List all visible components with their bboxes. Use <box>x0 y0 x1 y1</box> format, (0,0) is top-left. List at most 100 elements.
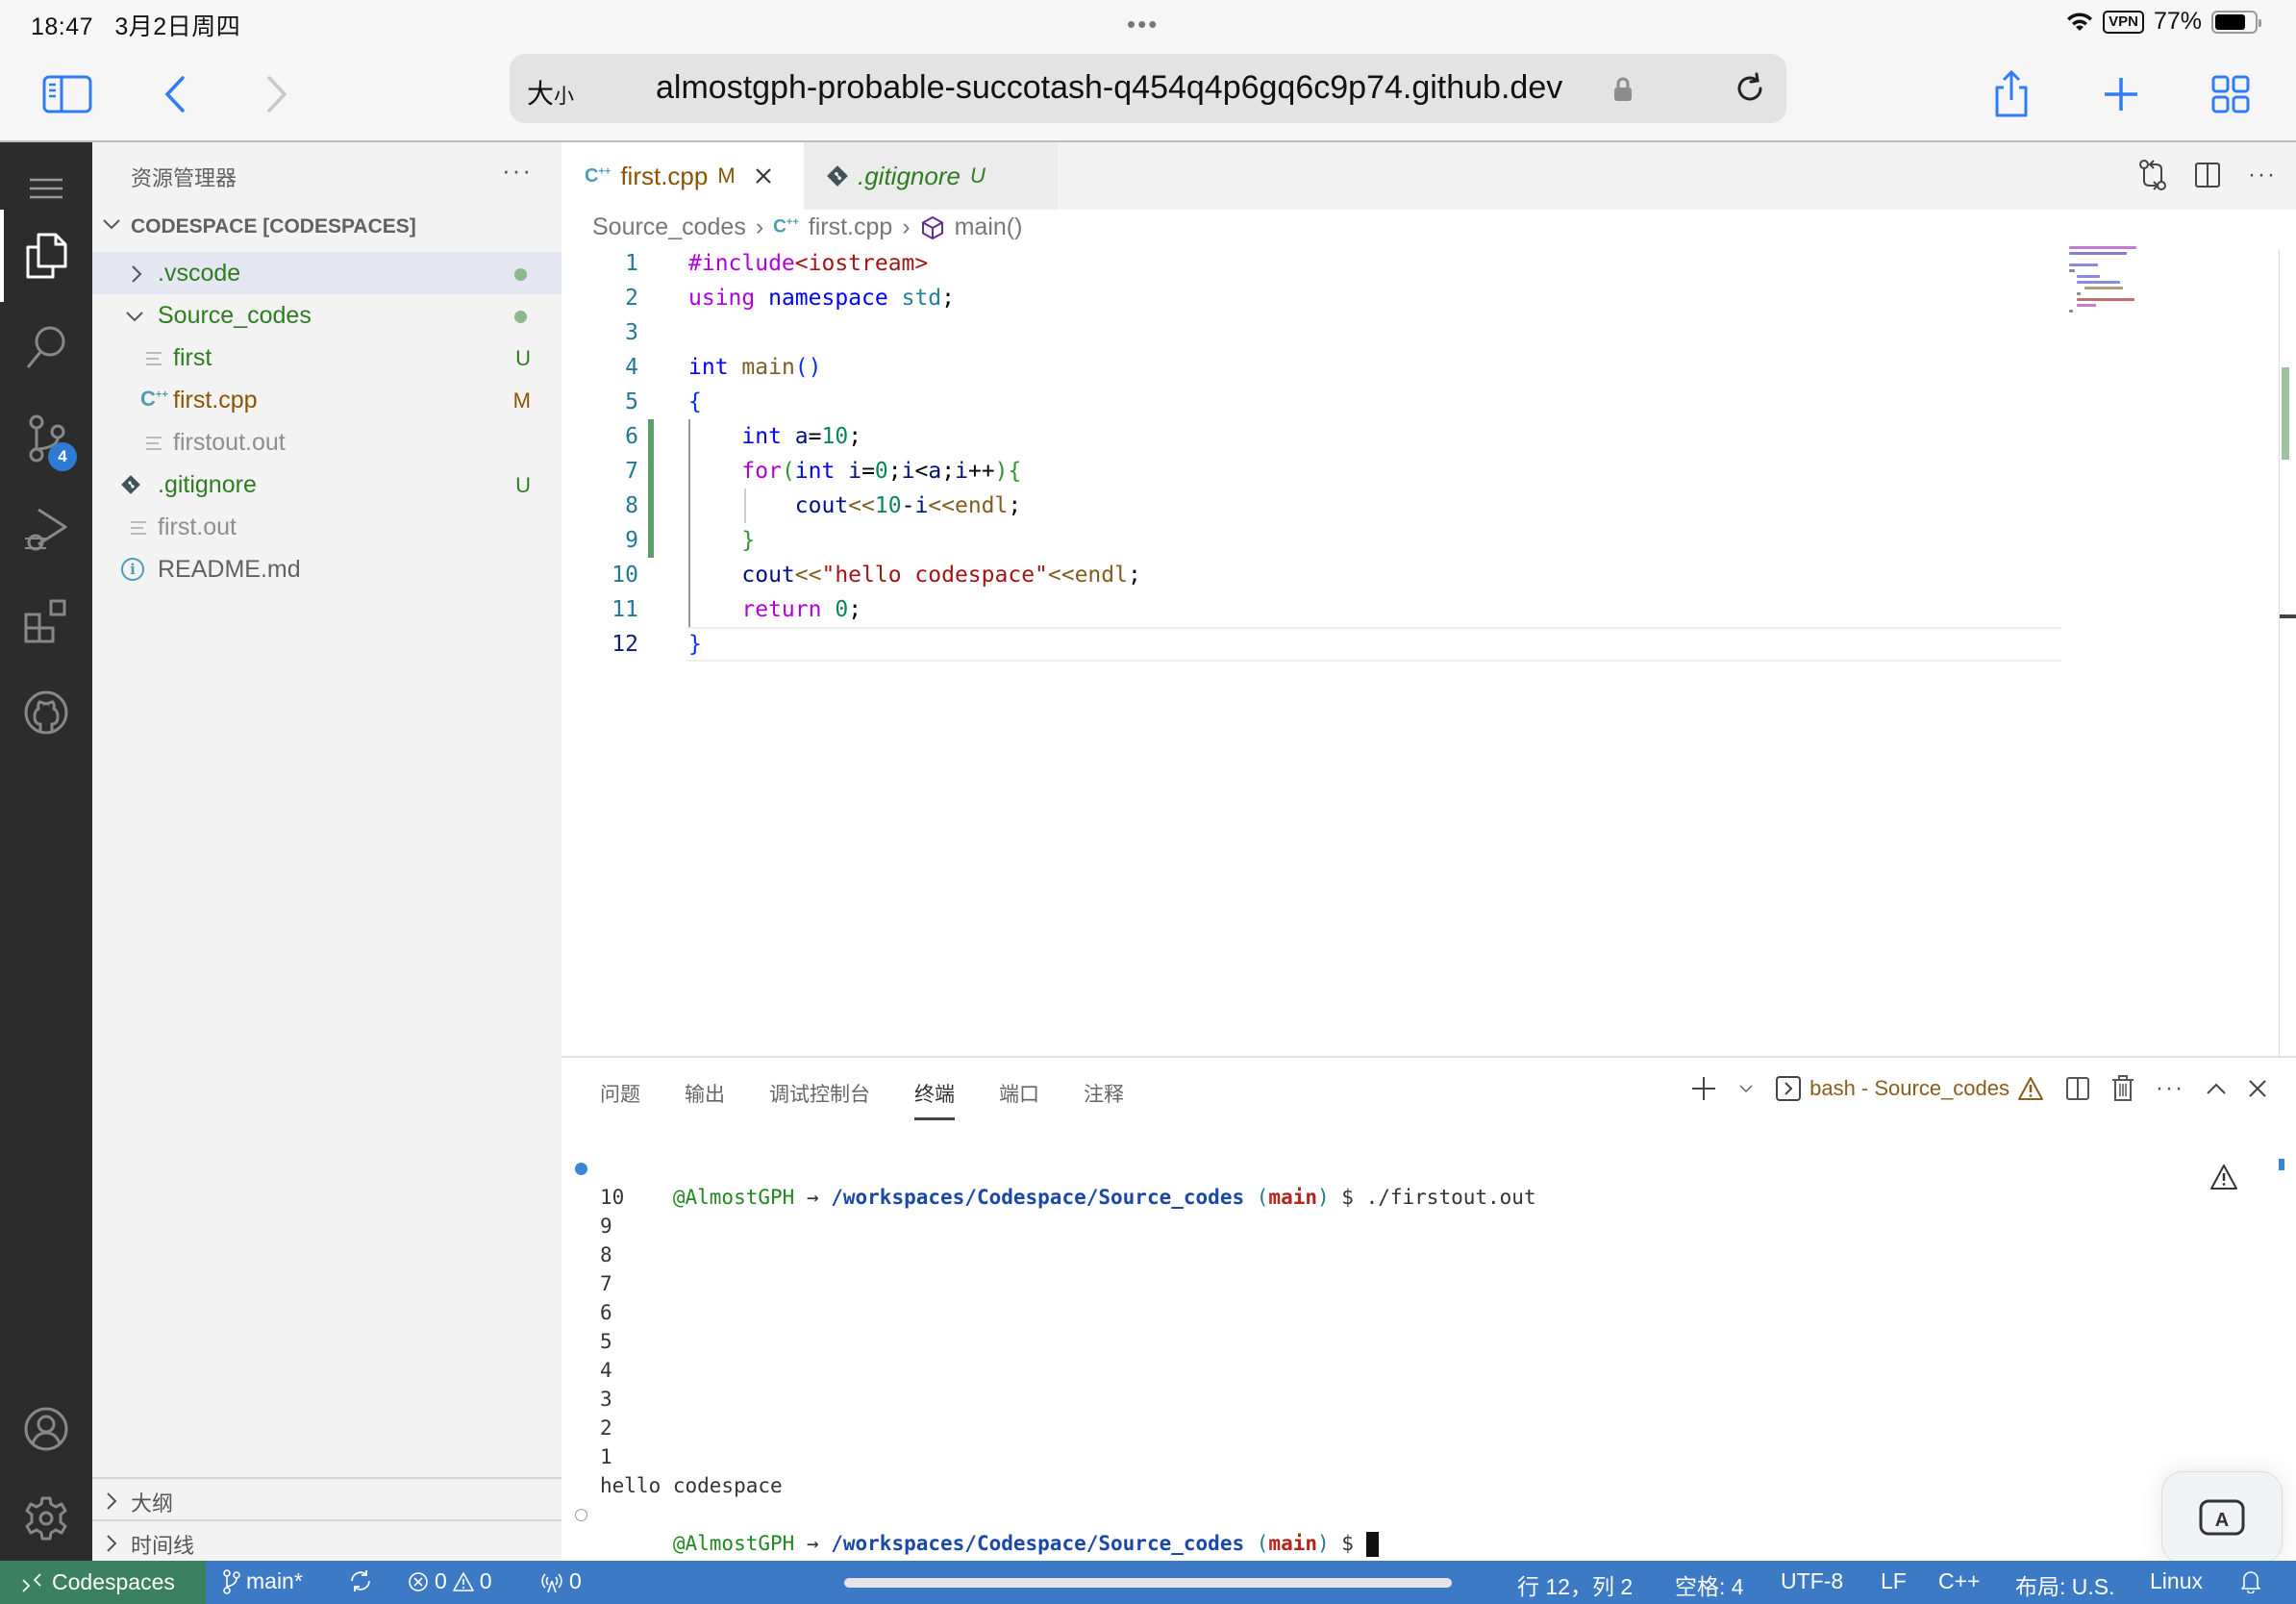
problems-indicator[interactable]: 0 0 <box>408 1568 492 1594</box>
forward-button[interactable] <box>248 65 306 123</box>
encoding[interactable]: UTF-8 <box>1781 1568 1843 1594</box>
tabs-overview-button[interactable] <box>2202 65 2259 123</box>
settings-button[interactable] <box>0 1472 92 1565</box>
language-mode[interactable]: C++ <box>1938 1568 1980 1594</box>
tree-item-source-codes[interactable]: Source_codes <box>92 294 562 337</box>
reload-icon[interactable] <box>1731 69 1769 108</box>
text-size-button[interactable]: 大小 <box>527 73 574 112</box>
multitasking-dots[interactable]: ••• <box>1127 10 1159 39</box>
warning-icon[interactable] <box>2209 1164 2238 1190</box>
line-number: 12 <box>611 632 638 657</box>
line-number: 10 <box>611 563 638 588</box>
command-pending-dot <box>575 1509 587 1521</box>
sidebar-toggle-button[interactable] <box>38 65 96 123</box>
new-tab-button[interactable] <box>2092 65 2150 123</box>
new-terminal-icon[interactable] <box>1690 1075 1717 1102</box>
keyboard-layout[interactable]: 布局: U.S. <box>2015 1568 2115 1601</box>
github-icon <box>24 690 68 735</box>
extensions-button[interactable] <box>0 575 92 667</box>
tree-item-vscode[interactable]: .vscode <box>92 252 562 294</box>
breadcrumb-file[interactable]: first.cpp <box>809 213 893 241</box>
ports-indicator[interactable]: 0 <box>540 1568 582 1594</box>
tab-debug-console[interactable]: 调试控制台 <box>769 1079 870 1120</box>
info-icon: i <box>121 558 144 581</box>
terminal-output-line: 9 <box>600 1215 612 1238</box>
tab-ports[interactable]: 端口 <box>999 1079 1039 1120</box>
remote-icon <box>22 1572 41 1592</box>
maximize-panel-icon[interactable] <box>2206 1082 2227 1095</box>
editor-scrollbar[interactable] <box>2279 250 2296 1056</box>
terminal-output-line: 10 <box>600 1186 625 1209</box>
home-indicator[interactable] <box>844 1578 1452 1588</box>
split-terminal-icon[interactable] <box>2065 1076 2090 1101</box>
breadcrumb-symbol[interactable]: main() <box>955 213 1023 241</box>
more-actions-icon[interactable]: ··· <box>2156 1075 2184 1102</box>
share-button[interactable] <box>1983 65 2040 123</box>
back-button[interactable] <box>146 65 204 123</box>
notifications-button[interactable] <box>2240 1568 2261 1593</box>
source-control-button[interactable]: 4 <box>0 392 92 485</box>
tree-item-first-out[interactable]: first.out <box>92 506 562 548</box>
remote-indicator[interactable]: Codespaces <box>0 1561 206 1604</box>
explorer-button[interactable] <box>0 210 92 302</box>
terminal-selector[interactable]: bash - Source_codes <box>1775 1075 2044 1102</box>
end-of-line[interactable]: LF <box>1881 1568 1907 1594</box>
vpn-badge: VPN <box>2103 10 2144 34</box>
tab-first-cpp[interactable]: C++ first.cpp M <box>562 142 804 210</box>
terminal-output[interactable]: @AlmostGPH → /workspaces/Codespace/Sourc… <box>569 1154 1536 1557</box>
terminal-name: bash - Source_codes <box>1809 1076 2010 1100</box>
tree-item-gitignore[interactable]: .gitignore U <box>92 464 562 506</box>
bottom-panel: 问题 输出 调试控制台 终端 端口 注释 bash - Source_codes… <box>562 1056 2296 1564</box>
os-indicator[interactable]: Linux <box>2150 1568 2203 1594</box>
more-actions-icon[interactable]: ··· <box>2248 162 2277 188</box>
github-button[interactable] <box>0 666 92 759</box>
keyboard-toggle-button[interactable]: A <box>2161 1471 2283 1564</box>
indentation[interactable]: 空格: 4 <box>1675 1568 1744 1601</box>
tree-item-readme[interactable]: i README.md <box>92 548 562 590</box>
terminal-prompt-line: @AlmostGPH → /workspaces/Codespace/Sourc… <box>569 1500 1536 1557</box>
run-debug-button[interactable] <box>0 484 92 576</box>
workspace-section-header[interactable]: CODESPACE [CODESPACES] <box>92 210 562 244</box>
address-bar[interactable]: 大小 almostgph-probable-succotash-q454q4p6… <box>510 54 1786 123</box>
prompt-dollar: $ <box>1329 1532 1366 1555</box>
compare-changes-icon[interactable] <box>2138 160 2167 190</box>
back-icon <box>164 76 185 113</box>
cpp-file-icon: C++ <box>773 216 799 238</box>
sync-icon <box>351 1570 370 1591</box>
chevron-down-icon[interactable] <box>1738 1084 1754 1093</box>
url-text[interactable]: almostgph-probable-succotash-q454q4p6gq6… <box>656 69 1562 107</box>
code-editor[interactable]: 1 #include<iostream> 2 using namespace std… <box>562 246 2061 1015</box>
tree-item-first[interactable]: first U <box>92 337 562 379</box>
tab-comments[interactable]: 注释 <box>1084 1079 1124 1120</box>
lock-icon <box>1614 77 1632 101</box>
code-line: 4 int main() <box>562 350 2061 385</box>
sync-button[interactable] <box>348 1568 373 1593</box>
tree-item-first-cpp[interactable]: C++ first.cpp M <box>92 379 562 421</box>
prompt-user: @AlmostGPH <box>672 1532 795 1555</box>
terminal-scrollbar[interactable] <box>2279 1159 2284 1170</box>
line-content: cout<<"hello codespace"<<endl; <box>741 563 1141 588</box>
outline-section[interactable]: 大纲 <box>92 1477 562 1519</box>
code-line: 10 cout<<"hello codespace"<<endl; <box>562 558 2061 592</box>
tab-terminal[interactable]: 终端 <box>914 1079 955 1120</box>
cursor-position[interactable]: 行 12，列 2 <box>1517 1568 1633 1601</box>
tab-problems[interactable]: 问题 <box>600 1079 640 1120</box>
timeline-section[interactable]: 时间线 <box>92 1519 562 1562</box>
accounts-button[interactable] <box>0 1383 92 1475</box>
terminal-output-line: 8 <box>600 1243 612 1266</box>
close-icon[interactable] <box>755 167 772 185</box>
split-editor-icon[interactable] <box>2194 162 2221 188</box>
minimap[interactable] <box>2069 246 2184 323</box>
tab-gitignore[interactable]: .gitignore U <box>804 142 1058 210</box>
tree-item-label: Source_codes <box>158 302 312 329</box>
tab-label: .gitignore <box>858 161 961 190</box>
explorer-more-button[interactable]: ··· <box>502 156 533 186</box>
tree-item-firstout[interactable]: firstout.out <box>92 421 562 464</box>
search-button[interactable] <box>0 301 92 393</box>
breadcrumb-folder[interactable]: Source_codes <box>592 213 746 241</box>
branch-indicator[interactable]: main* <box>223 1568 303 1594</box>
tab-output[interactable]: 输出 <box>685 1079 725 1120</box>
battery-fill <box>2215 13 2245 30</box>
trash-icon[interactable] <box>2111 1075 2134 1102</box>
close-panel-icon[interactable] <box>2248 1079 2267 1098</box>
